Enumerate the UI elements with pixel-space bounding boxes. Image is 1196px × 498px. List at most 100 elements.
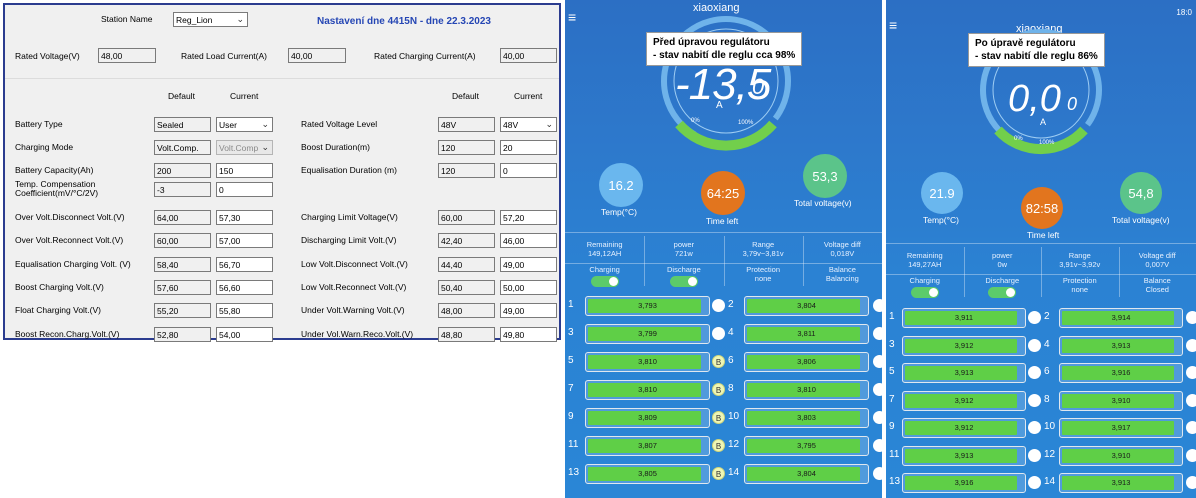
gauge-max-label: 100% xyxy=(1039,140,1055,146)
bms-screen-before: ≡ xiaoxiang -13,5 0 A 0% 100% Před úprav… xyxy=(565,0,882,498)
cell-voltage: 3,803 xyxy=(797,413,816,422)
default-value-field[interactable]: 64,00 xyxy=(154,210,211,225)
setting-label: Boost Duration(m) xyxy=(301,142,370,152)
discharge-toggle[interactable] xyxy=(669,276,698,287)
right-default-header: Default xyxy=(452,91,479,101)
current-value-field[interactable]: 50,00 xyxy=(500,280,557,295)
cell-voltage: 3,799 xyxy=(638,329,657,338)
current-value-field[interactable]: 49,00 xyxy=(500,303,557,318)
stat-label: power xyxy=(992,251,1013,260)
default-value-field[interactable]: 52,80 xyxy=(154,327,211,342)
current-value-select[interactable]: Volt.Comp ⌄ xyxy=(216,140,273,155)
time-left-label: Time left xyxy=(1027,230,1060,240)
default-value-field[interactable]: Sealed xyxy=(154,117,211,132)
current-value-field[interactable]: 56,60 xyxy=(216,280,273,295)
stat-label: power xyxy=(673,240,695,249)
cell-number: 7 xyxy=(889,393,895,405)
balancing-icon: B xyxy=(712,355,725,368)
stat-value: 721w xyxy=(674,249,693,258)
cell-voltage-bar: 3,793 xyxy=(585,296,710,316)
discharge-toggle[interactable] xyxy=(988,287,1017,298)
default-value-field[interactable]: Volt.Comp. xyxy=(154,140,211,155)
rated-voltage-label: Rated Voltage(V) xyxy=(15,51,80,61)
current-value-field[interactable]: 56,70 xyxy=(216,257,273,272)
cell-number: 5 xyxy=(889,366,895,377)
stat-label: Balance xyxy=(828,265,856,274)
current-value-field[interactable]: 20 xyxy=(500,140,557,155)
current-value-field[interactable]: 49,00 xyxy=(500,257,557,272)
right-current-header: Current xyxy=(514,91,543,101)
cell-number: 8 xyxy=(728,383,734,394)
charging-toggle[interactable] xyxy=(590,276,619,287)
cell-voltage-bar: 3,910 xyxy=(1059,445,1183,466)
cell-voltage: 3,807 xyxy=(638,441,657,450)
setting-label: Discharging Limit Volt.(V) xyxy=(301,235,397,245)
current-value-field[interactable]: 57,00 xyxy=(216,233,273,248)
cell-voltage: 3,806 xyxy=(797,357,816,366)
default-value-field[interactable]: 120 xyxy=(438,140,495,155)
cell-voltage-bar: 3,910 xyxy=(1059,390,1183,411)
rated-charging-current-field[interactable]: 40,00 xyxy=(500,48,557,63)
stat-label: Voltage diff xyxy=(1138,251,1176,260)
current-value-select[interactable]: User ⌄ xyxy=(216,117,273,132)
current-value-field[interactable]: 55,80 xyxy=(216,303,273,318)
cell-number: 9 xyxy=(889,421,895,432)
current-value-field[interactable]: 57,30 xyxy=(216,210,273,225)
setting-label: Over Volt.Reconnect Volt.(V) xyxy=(15,235,124,245)
default-value-field[interactable]: 60,00 xyxy=(438,210,495,225)
cell-status-dot xyxy=(1028,421,1041,434)
default-value-field[interactable]: 60,00 xyxy=(154,233,211,248)
current-value-field[interactable]: 46,00 xyxy=(500,233,557,248)
setting-label: Low Volt.Disconnect Volt.(V) xyxy=(301,259,408,269)
current-value-select[interactable]: 48V ⌄ xyxy=(500,117,557,132)
default-value-field[interactable]: 48V xyxy=(438,117,495,132)
current-value-field[interactable]: 57,20 xyxy=(500,210,557,225)
temp-label: Temp(°C) xyxy=(601,207,637,217)
current-value-field[interactable]: 54,00 xyxy=(216,327,273,342)
cell-voltage-bar: 3,911 xyxy=(902,308,1026,328)
balancing-icon: B xyxy=(712,439,725,452)
stat-label: Charging xyxy=(909,276,940,285)
default-value-field[interactable]: 120 xyxy=(438,163,495,178)
current-value-field[interactable]: 150 xyxy=(216,163,273,178)
default-value-field[interactable]: 48,80 xyxy=(438,327,495,342)
charging-toggle[interactable] xyxy=(910,287,939,298)
default-value-field[interactable]: 57,60 xyxy=(154,280,211,295)
cell-voltage: 3,811 xyxy=(797,329,816,338)
setting-label: Equalisation Duration (m) xyxy=(301,165,397,175)
balancing-icon: B xyxy=(712,411,725,424)
default-value-field[interactable]: 55,20 xyxy=(154,303,211,318)
temp-label: Temp(°C) xyxy=(923,215,959,225)
cell-number: 12 xyxy=(1044,448,1056,460)
station-name-select[interactable]: Reg_Lion ⌄ xyxy=(173,12,248,27)
default-value-field[interactable]: 42,40 xyxy=(438,233,495,248)
cell-status-dot xyxy=(712,327,725,340)
default-value-field[interactable]: 44,40 xyxy=(438,257,495,272)
setting-label: Boost Recon.Charg.Volt.(V) xyxy=(15,329,120,339)
cell-voltage: 3,805 xyxy=(638,469,657,478)
default-value-field[interactable]: 50,40 xyxy=(438,280,495,295)
current-value-field[interactable]: 0 xyxy=(500,163,557,178)
default-value-field[interactable]: 48,00 xyxy=(438,303,495,318)
total-voltage-circle: 54,8 xyxy=(1120,172,1162,214)
menu-icon[interactable]: ≡ xyxy=(568,10,576,24)
cell-voltage: 3,912 xyxy=(954,423,974,432)
current-value-field[interactable]: 49,80 xyxy=(500,327,557,342)
stat-label: Protection xyxy=(746,265,781,274)
chevron-down-icon: ⌄ xyxy=(236,14,244,24)
cell-voltage-bar: 3,809 xyxy=(585,408,710,428)
cell-voltage-bar: 3,807 xyxy=(585,436,710,456)
stat-label: Protection xyxy=(1062,276,1097,285)
default-value-field[interactable]: -3 xyxy=(154,182,211,197)
default-value-field[interactable]: 200 xyxy=(154,163,211,178)
menu-icon[interactable]: ≡ xyxy=(889,18,897,32)
setting-label: Under Volt.Warning Volt.(V) xyxy=(301,305,405,315)
rated-load-current-field[interactable]: 40,00 xyxy=(288,48,346,63)
current-value-field[interactable]: 0 xyxy=(216,182,273,197)
cell-status-dot xyxy=(1028,311,1041,324)
default-value-field[interactable]: 58,40 xyxy=(154,257,211,272)
current-decimal: 0 xyxy=(752,74,765,99)
rated-voltage-field[interactable]: 48,00 xyxy=(98,48,156,63)
cell-status-dot xyxy=(1028,393,1041,407)
stat-label: Discharge xyxy=(985,276,1020,285)
